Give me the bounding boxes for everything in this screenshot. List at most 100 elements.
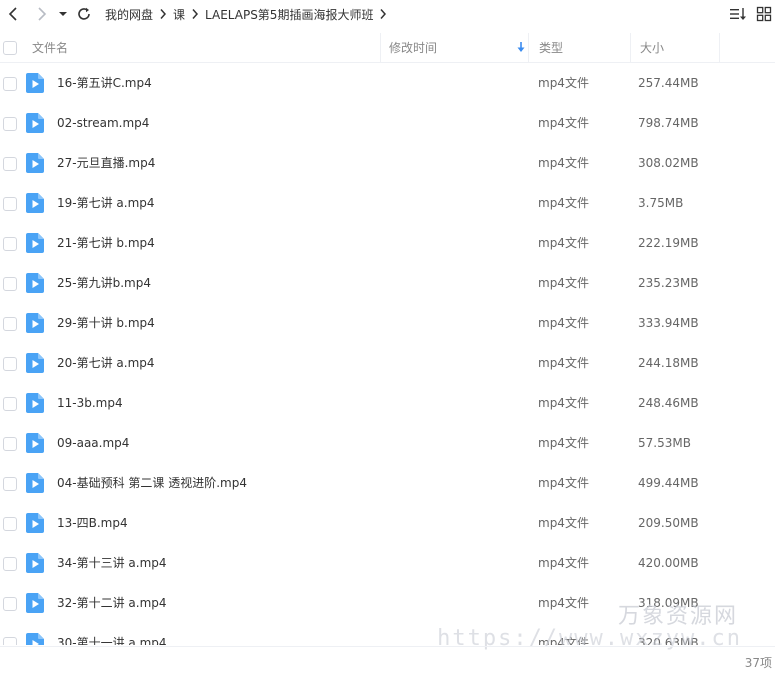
file-type: mp4文件	[538, 276, 589, 290]
file-row[interactable]: 25-第九讲b.mp4 mp4文件 235.23MB	[0, 263, 775, 303]
video-file-icon	[26, 513, 44, 533]
video-file-icon	[26, 233, 44, 253]
item-count: 37项	[744, 656, 772, 670]
breadcrumb-item[interactable]: LAELAPS第5期插画海报大师班	[205, 6, 373, 23]
file-size: 57.53MB	[638, 436, 691, 450]
row-checkbox[interactable]	[3, 517, 17, 531]
file-row[interactable]: 02-stream.mp4 mp4文件 798.74MB	[0, 103, 775, 143]
column-header-modified[interactable]: 修改时间	[380, 33, 528, 62]
chevron-right-icon[interactable]	[379, 8, 387, 20]
file-size: 420.00MB	[638, 556, 699, 570]
file-row[interactable]: 34-第十三讲 a.mp4 mp4文件 420.00MB	[0, 543, 775, 583]
toolbar: 我的网盘 课 LAELAPS第5期插画海报大师班	[0, 0, 775, 28]
chevron-right-icon	[159, 8, 167, 20]
file-name[interactable]: 21-第七讲 b.mp4	[57, 223, 155, 263]
breadcrumb-item[interactable]: 我的网盘	[105, 6, 153, 23]
video-file-icon	[26, 633, 44, 645]
file-row[interactable]: 11-3b.mp4 mp4文件 248.46MB	[0, 383, 775, 423]
video-file-icon	[26, 73, 44, 93]
file-row[interactable]: 21-第七讲 b.mp4 mp4文件 222.19MB	[0, 223, 775, 263]
row-checkbox[interactable]	[3, 477, 17, 491]
file-row[interactable]: 04-基础预科 第二课 透视进阶.mp4 mp4文件 499.44MB	[0, 463, 775, 503]
file-type: mp4文件	[538, 196, 589, 210]
forward-button[interactable]	[31, 3, 53, 25]
refresh-button[interactable]	[73, 3, 95, 25]
row-checkbox[interactable]	[3, 157, 17, 171]
file-name[interactable]: 25-第九讲b.mp4	[57, 263, 151, 303]
file-name[interactable]: 29-第十讲 b.mp4	[57, 303, 155, 343]
file-name[interactable]: 02-stream.mp4	[57, 103, 149, 143]
status-bar: 37项	[0, 646, 775, 674]
caret-down-icon	[59, 12, 67, 16]
file-size: 798.74MB	[638, 116, 699, 130]
row-checkbox[interactable]	[3, 117, 17, 131]
file-row[interactable]: 27-元旦直播.mp4 mp4文件 308.02MB	[0, 143, 775, 183]
row-checkbox[interactable]	[3, 317, 17, 331]
file-row[interactable]: 16-第五讲C.mp4 mp4文件 257.44MB	[0, 63, 775, 103]
view-tools	[723, 3, 775, 25]
file-size: 244.18MB	[638, 356, 699, 370]
file-row[interactable]: 13-四B.mp4 mp4文件 209.50MB	[0, 503, 775, 543]
column-header-type[interactable]: 类型	[528, 33, 630, 62]
row-checkbox[interactable]	[3, 397, 17, 411]
video-file-icon	[26, 193, 44, 213]
grid-view-button[interactable]	[753, 3, 775, 25]
file-size: 318.09MB	[638, 596, 699, 610]
row-checkbox[interactable]	[3, 637, 17, 645]
file-name[interactable]: 11-3b.mp4	[57, 383, 123, 423]
refresh-icon	[78, 7, 90, 20]
breadcrumb-item[interactable]: 课	[173, 6, 185, 23]
file-name[interactable]: 32-第十二讲 a.mp4	[57, 583, 167, 623]
file-name[interactable]: 16-第五讲C.mp4	[57, 63, 152, 103]
file-size: 209.50MB	[638, 516, 699, 530]
file-type: mp4文件	[538, 356, 589, 370]
chevron-right-icon	[191, 8, 199, 20]
file-name[interactable]: 30-第十一讲 a.mp4	[57, 623, 167, 645]
file-row[interactable]: 29-第十讲 b.mp4 mp4文件 333.94MB	[0, 303, 775, 343]
video-file-icon	[26, 153, 44, 173]
file-type: mp4文件	[538, 436, 589, 450]
file-size: 3.75MB	[638, 196, 684, 210]
row-checkbox[interactable]	[3, 197, 17, 211]
row-checkbox[interactable]	[3, 557, 17, 571]
chevron-left-icon	[8, 7, 17, 21]
row-checkbox[interactable]	[3, 277, 17, 291]
video-file-icon	[26, 113, 44, 133]
column-header-size[interactable]: 大小	[630, 33, 720, 62]
sort-list-icon	[730, 8, 746, 20]
back-button[interactable]	[2, 3, 24, 25]
file-size: 333.94MB	[638, 316, 699, 330]
breadcrumb: 我的网盘 课 LAELAPS第5期插画海报大师班	[105, 6, 393, 23]
history-dropdown[interactable]	[55, 3, 71, 25]
file-name[interactable]: 27-元旦直播.mp4	[57, 143, 155, 183]
file-type: mp4文件	[538, 556, 589, 570]
file-name[interactable]: 04-基础预科 第二课 透视进阶.mp4	[57, 463, 247, 503]
file-name[interactable]: 13-四B.mp4	[57, 503, 128, 543]
file-type: mp4文件	[538, 476, 589, 490]
column-header-name[interactable]: 文件名	[32, 33, 380, 62]
file-size: 222.19MB	[638, 236, 699, 250]
file-name[interactable]: 34-第十三讲 a.mp4	[57, 543, 167, 583]
file-name[interactable]: 09-aaa.mp4	[57, 423, 129, 463]
file-row[interactable]: 32-第十二讲 a.mp4 mp4文件 318.09MB	[0, 583, 775, 623]
file-row[interactable]: 30-第十一讲 a.mp4 mp4文件 320.63MB	[0, 623, 775, 645]
file-type: mp4文件	[538, 396, 589, 410]
select-all-checkbox[interactable]	[3, 40, 17, 55]
file-row[interactable]: 20-第七讲 a.mp4 mp4文件 244.18MB	[0, 343, 775, 383]
row-checkbox[interactable]	[3, 357, 17, 371]
file-row[interactable]: 19-第七讲 a.mp4 mp4文件 3.75MB	[0, 183, 775, 223]
row-checkbox[interactable]	[3, 237, 17, 251]
row-checkbox[interactable]	[3, 77, 17, 91]
sort-button[interactable]	[727, 3, 749, 25]
video-file-icon	[26, 553, 44, 573]
file-name[interactable]: 20-第七讲 a.mp4	[57, 343, 155, 383]
file-size: 248.46MB	[638, 396, 699, 410]
file-row[interactable]: 09-aaa.mp4 mp4文件 57.53MB	[0, 423, 775, 463]
row-checkbox[interactable]	[3, 597, 17, 611]
row-checkbox[interactable]	[3, 437, 17, 451]
file-name[interactable]: 19-第七讲 a.mp4	[57, 183, 155, 223]
sort-desc-icon	[517, 42, 525, 52]
file-type: mp4文件	[538, 236, 589, 250]
grid-view-icon	[756, 6, 772, 22]
video-file-icon	[26, 473, 44, 493]
